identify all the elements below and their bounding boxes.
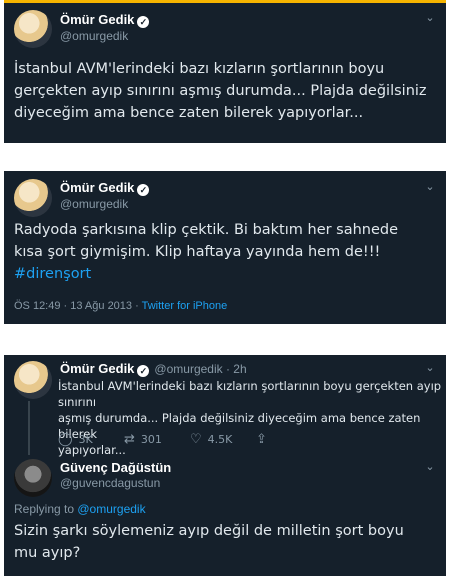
author-handle[interactable]: @omurgedik	[60, 197, 128, 211]
reply-text: Sizin şarkı söylemeniz ayıp değil de mil…	[14, 523, 404, 561]
tweet-card-2: Ömür Gedik ✓ @omurgedik ⌄ Radyoda şarkısı…	[4, 171, 446, 324]
verified-icon: ✓	[137, 365, 150, 377]
avatar[interactable]	[14, 361, 52, 399]
retweet-icon: ⇄	[124, 432, 135, 447]
retweet-button[interactable]: ⇄ 301	[124, 432, 190, 447]
avatar[interactable]	[14, 179, 52, 217]
thread-line	[28, 401, 30, 455]
source-link[interactable]: Twitter for iPhone	[142, 300, 228, 312]
reply-icon: ◯	[58, 432, 73, 447]
heart-icon: ♡	[190, 432, 202, 447]
chevron-down-icon[interactable]: ⌄	[424, 362, 436, 374]
author-name[interactable]: Ömür Gedik ✓	[60, 180, 150, 196]
hashtag-link[interactable]: #direnşort	[14, 263, 398, 285]
avatar[interactable]	[14, 10, 52, 48]
replying-to-link[interactable]: @omurgedik	[77, 502, 145, 516]
author-handle-time: @omurgedik · 2h	[154, 362, 247, 376]
tweet-text: İstanbul AVM'lerindeki bazı kızların şor…	[14, 61, 427, 121]
verified-icon: ✓	[137, 184, 150, 196]
author-name[interactable]: Ömür Gedik ✓	[60, 12, 150, 28]
share-icon: ⇪	[256, 432, 267, 447]
tweet-actions: ◯ 3K ⇄ 301 ♡ 4.5K ⇪	[58, 432, 322, 447]
author-handle[interactable]: @omurgedik	[60, 29, 128, 43]
share-button[interactable]: ⇪	[256, 432, 322, 447]
replying-to: Replying to @omurgedik	[14, 502, 146, 516]
tweet-timestamp: ÖS 12:49 · 13 Ağu 2013 · Twitter for iPh…	[14, 300, 228, 312]
chevron-down-icon[interactable]: ⌄	[424, 181, 436, 193]
chevron-down-icon[interactable]: ⌄	[424, 461, 436, 473]
accent-bar	[4, 0, 446, 3]
tweet-text: Radyoda şarkısına klip çektik. Bi baktım…	[14, 219, 398, 285]
chevron-down-icon[interactable]: ⌄	[424, 12, 436, 24]
tweet-thread: Ömür Gedik ✓ @omurgedik · 2h ⌄ İstanbul AV…	[4, 355, 446, 576]
verified-icon: ✓	[137, 16, 150, 28]
avatar[interactable]	[14, 459, 52, 497]
reply-button[interactable]: ◯ 3K	[58, 432, 124, 447]
like-button[interactable]: ♡ 4.5K	[190, 432, 256, 447]
tweet-card-1: Ömür Gedik ✓ @omurgedik ⌄ İstanbul AVM'le…	[4, 0, 446, 143]
reply-author-name[interactable]: Güvenç Dağüstün	[60, 460, 171, 475]
reply-author-handle[interactable]: @guvencdagustun	[60, 476, 160, 490]
author-name[interactable]: Ömür Gedik ✓ @omurgedik · 2h	[60, 361, 247, 377]
